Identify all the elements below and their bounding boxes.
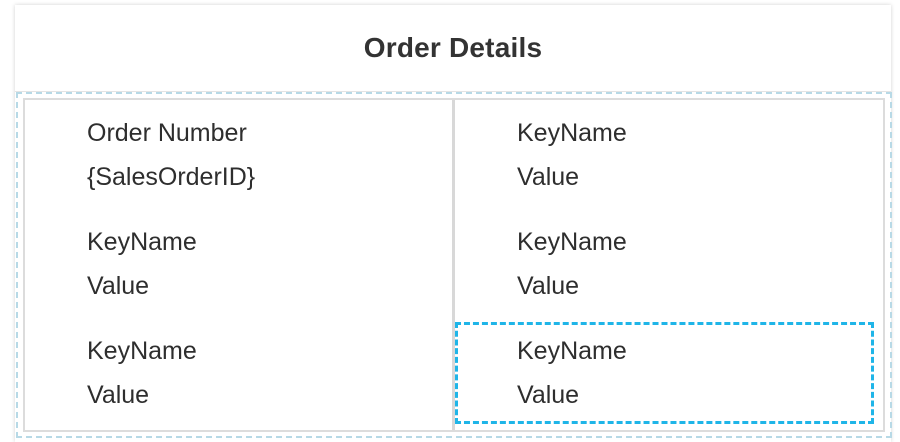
field-value: Value [517, 163, 580, 191]
card-header: Order Details [15, 5, 891, 92]
field-item[interactable]: KeyName Value [455, 100, 883, 208]
field-value: Value [87, 381, 150, 409]
field-item[interactable]: KeyName Value [455, 209, 883, 317]
page-title: Order Details [363, 32, 543, 63]
field-item[interactable]: KeyName Value [25, 318, 452, 426]
field-order-number[interactable]: Order Number {SalesOrderID} [25, 100, 452, 208]
details-grid: Order Number {SalesOrderID} KeyName Valu… [23, 98, 885, 432]
field-item[interactable]: KeyName Value [25, 209, 452, 317]
order-details-card: Order Details Order Number {SalesOrderID… [15, 5, 892, 442]
field-key: KeyName [87, 337, 197, 365]
field-key: KeyName [517, 119, 627, 147]
field-value: Value [517, 272, 580, 300]
field-key: KeyName [87, 228, 197, 256]
field-value: Value [87, 272, 150, 300]
details-container[interactable]: Order Number {SalesOrderID} KeyName Valu… [16, 92, 892, 438]
field-key: Order Number [87, 119, 247, 147]
field-key: KeyName [517, 228, 627, 256]
selection-outline [455, 322, 874, 424]
left-column: Order Number {SalesOrderID} KeyName Valu… [25, 100, 455, 430]
field-value: {SalesOrderID} [87, 163, 256, 191]
